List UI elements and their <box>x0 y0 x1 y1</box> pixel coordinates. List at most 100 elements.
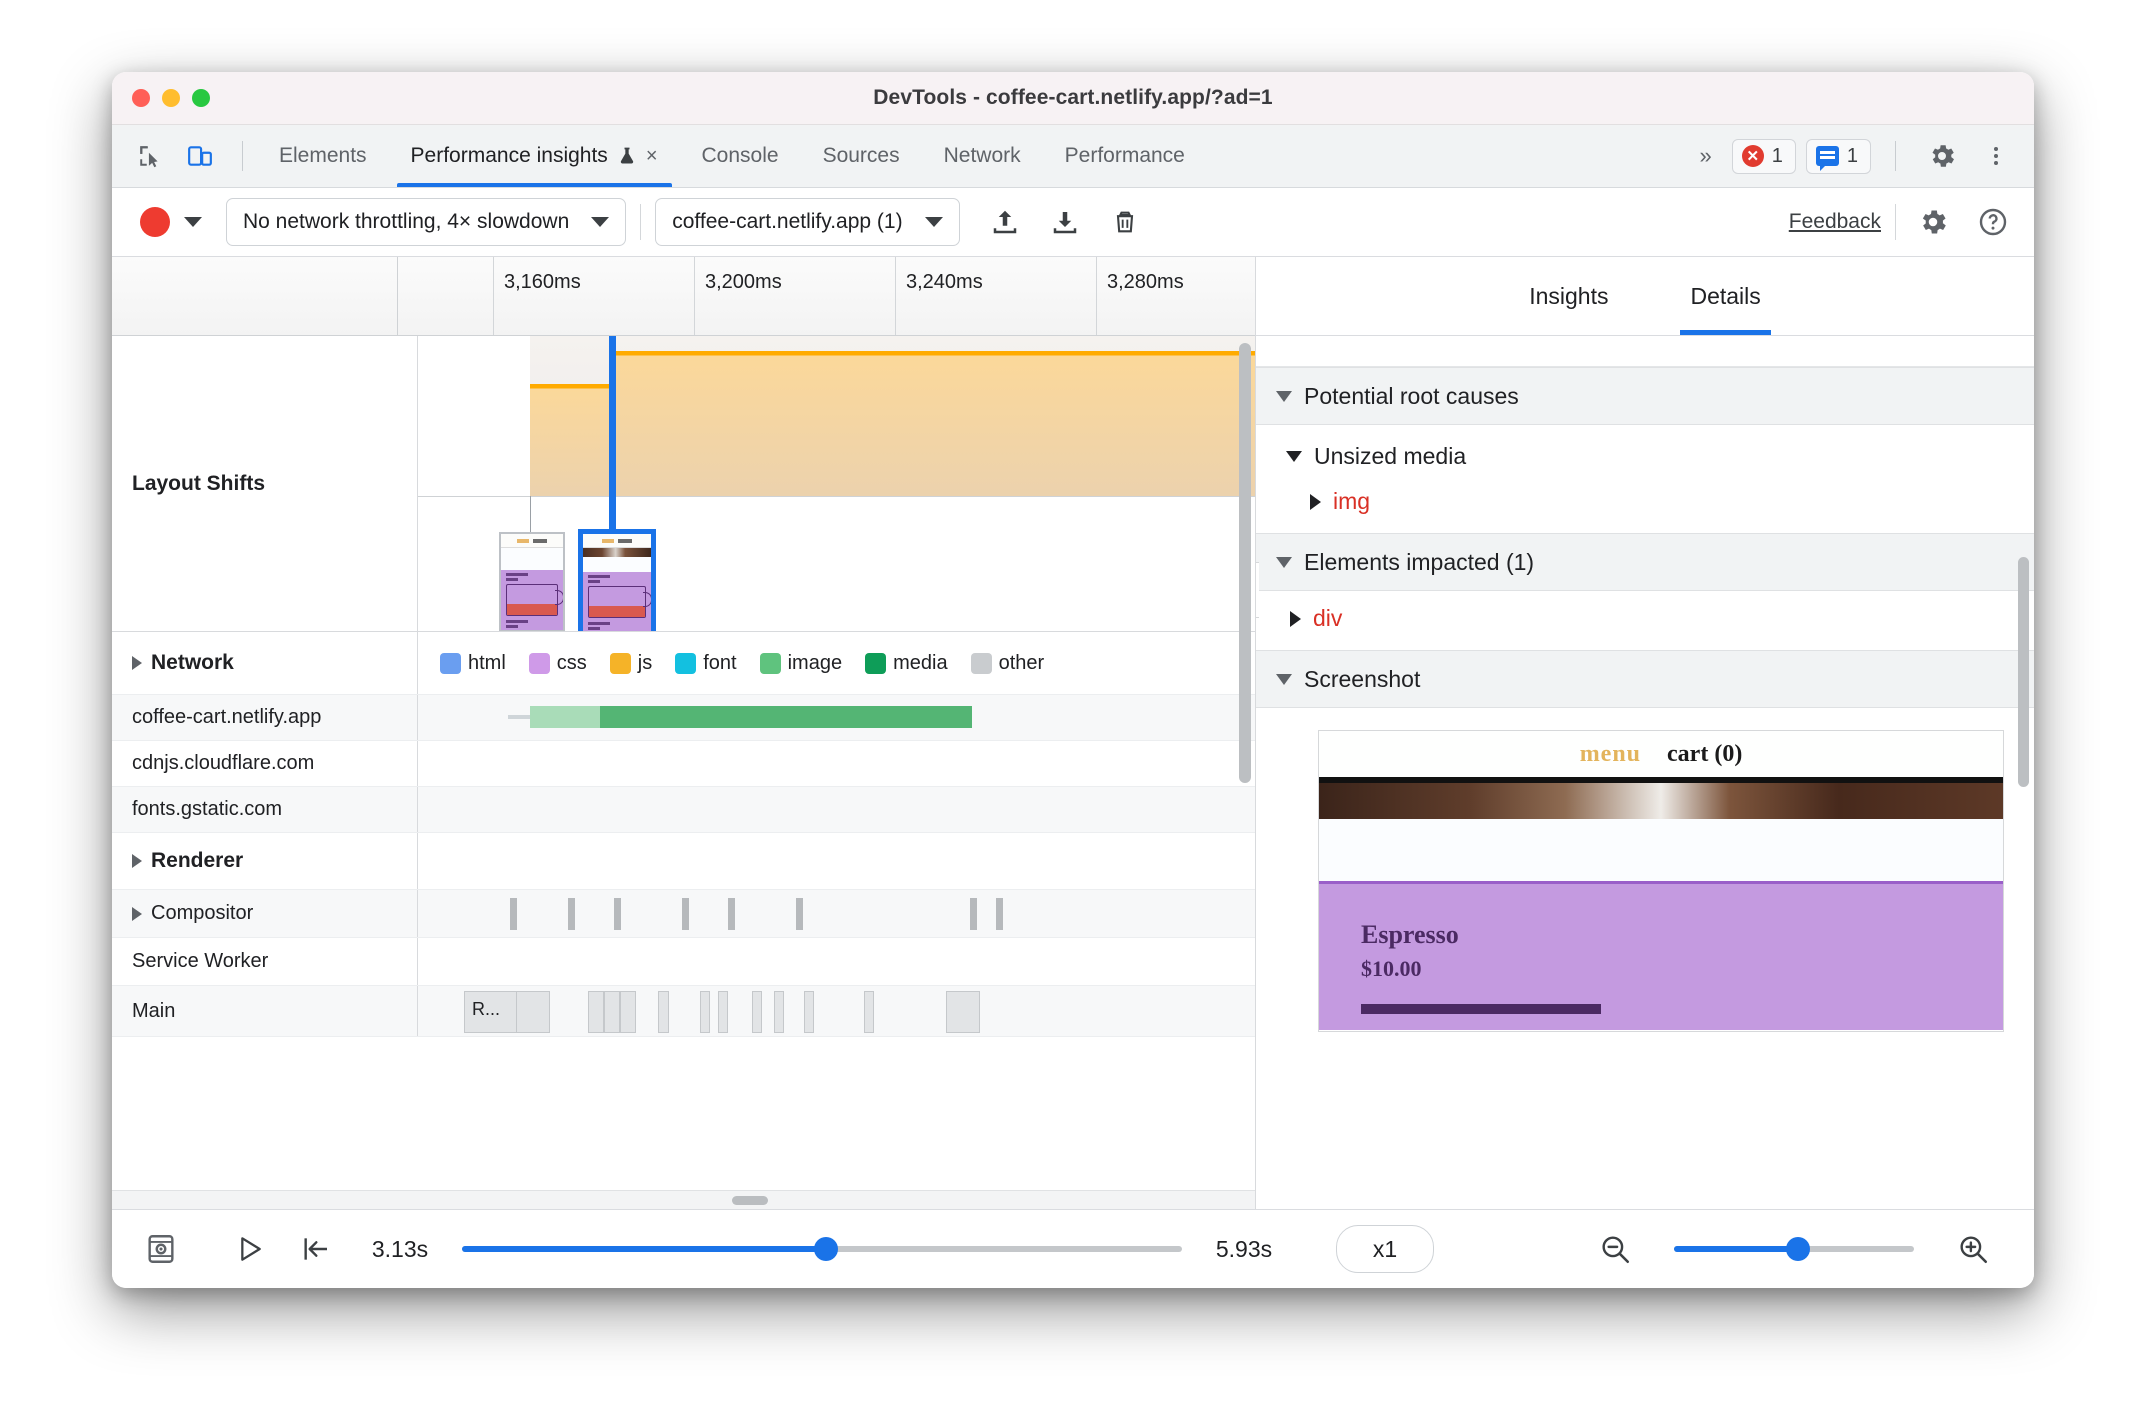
timeline-ruler[interactable]: 3,160ms 3,200ms 3,240ms 3,280ms <box>112 257 1255 336</box>
track-main[interactable]: Main R... <box>112 986 1255 1037</box>
track-label-network[interactable]: Network <box>112 632 418 694</box>
chevron-down-icon[interactable] <box>1276 390 1292 402</box>
collapse-sidebar-button[interactable]: › <box>1256 562 1259 618</box>
track-compositor[interactable]: Compositor <box>112 890 1255 938</box>
network-request-lane[interactable] <box>418 695 1255 740</box>
zoom-slider[interactable] <box>1674 1237 1914 1261</box>
chevron-down-icon[interactable] <box>1276 556 1292 568</box>
main-thread-task[interactable] <box>718 991 728 1033</box>
chevron-down-icon[interactable] <box>1286 451 1302 462</box>
maximize-window-button[interactable] <box>192 89 210 107</box>
section-potential-root-causes[interactable]: Potential root causes <box>1256 367 2034 425</box>
tab-performance-insights[interactable]: Performance insights × <box>389 125 680 187</box>
layout-shift-thumbnail-selected[interactable] <box>578 529 656 631</box>
track-layout-shifts[interactable]: Layout Shifts <box>112 336 1255 632</box>
expand-arrow-icon[interactable] <box>132 854 142 868</box>
expand-arrow-icon[interactable] <box>1290 610 1301 627</box>
layout-shift-thumbnail[interactable] <box>499 532 565 631</box>
impacted-node-div[interactable]: div <box>1256 591 2034 650</box>
tab-network[interactable]: Network <box>922 125 1043 187</box>
playback-slider[interactable] <box>462 1237 1182 1261</box>
error-count-badge[interactable]: ✕ 1 <box>1731 138 1796 174</box>
kebab-menu-icon[interactable] <box>1974 134 2018 178</box>
network-request-row[interactable]: fonts.gstatic.com <box>112 787 1255 833</box>
gear-icon[interactable] <box>1920 134 1964 178</box>
main-thread-task[interactable]: R... <box>464 991 518 1033</box>
details-vertical-scrollbar[interactable] <box>2018 557 2029 787</box>
tab-console[interactable]: Console <box>680 125 801 187</box>
download-icon[interactable] <box>1042 199 1088 245</box>
compositor-task[interactable] <box>796 898 803 930</box>
upload-icon[interactable] <box>982 199 1028 245</box>
chevron-down-icon[interactable] <box>184 217 202 227</box>
compositor-task[interactable] <box>614 898 621 930</box>
jump-to-start-icon[interactable] <box>292 1226 338 1272</box>
info-count-badge[interactable]: 1 <box>1805 138 1871 174</box>
compositor-task[interactable] <box>728 898 735 930</box>
scrollbar-thumb[interactable] <box>732 1196 768 1205</box>
compositor-task[interactable] <box>682 898 689 930</box>
main-thread-task[interactable] <box>604 991 620 1033</box>
section-screenshot[interactable]: Screenshot <box>1256 650 2034 708</box>
track-service-worker[interactable]: Service Worker <box>112 938 1255 986</box>
record-button[interactable] <box>140 207 170 237</box>
service-worker-lane[interactable] <box>418 938 1255 985</box>
expand-arrow-icon[interactable] <box>132 656 142 670</box>
compositor-task[interactable] <box>510 898 517 930</box>
play-button[interactable] <box>226 1226 272 1272</box>
slider-thumb[interactable] <box>1786 1237 1810 1261</box>
main-thread-task[interactable] <box>700 991 710 1033</box>
zoom-out-icon[interactable] <box>1592 1226 1638 1272</box>
track-network[interactable]: Network html css js font image media oth… <box>112 632 1255 695</box>
help-icon[interactable] <box>1970 199 2016 245</box>
close-icon[interactable]: × <box>646 145 658 168</box>
expand-arrow-icon[interactable] <box>1310 493 1321 510</box>
section-elements-impacted[interactable]: Elements impacted (1) <box>1256 533 2034 591</box>
track-label-compositor[interactable]: Compositor <box>112 890 418 937</box>
main-thread-task[interactable] <box>588 991 604 1033</box>
tab-details[interactable]: Details <box>1680 257 1772 335</box>
timeline-vertical-scrollbar[interactable] <box>1239 343 1251 783</box>
playback-speed-button[interactable]: x1 <box>1336 1225 1434 1273</box>
main-thread-lane[interactable]: R... <box>418 986 1255 1036</box>
compositor-task[interactable] <box>568 898 575 930</box>
main-thread-task[interactable] <box>804 991 814 1033</box>
page-select[interactable]: coffee-cart.netlify.app (1) <box>655 198 960 246</box>
feedback-link[interactable]: Feedback <box>1789 210 1881 234</box>
track-label-renderer[interactable]: Renderer <box>112 833 418 889</box>
inspect-cursor-icon[interactable] <box>128 134 172 178</box>
network-request-lane[interactable] <box>418 741 1255 786</box>
layout-shifts-lane[interactable] <box>418 336 1255 631</box>
main-thread-task[interactable] <box>658 991 669 1033</box>
main-thread-task[interactable] <box>774 991 784 1033</box>
tab-insights[interactable]: Insights <box>1519 257 1618 335</box>
slider-thumb[interactable] <box>814 1237 838 1261</box>
selected-shift-playhead[interactable] <box>609 336 616 534</box>
main-thread-task[interactable] <box>516 991 550 1033</box>
tab-sources[interactable]: Sources <box>801 125 922 187</box>
filmstrip-icon[interactable] <box>138 1226 184 1272</box>
network-request-row[interactable]: coffee-cart.netlify.app <box>112 695 1255 741</box>
tab-performance[interactable]: Performance <box>1043 125 1207 187</box>
close-window-button[interactable] <box>132 89 150 107</box>
root-cause-group-unsized-media[interactable]: Unsized media <box>1256 425 2034 474</box>
expand-arrow-icon[interactable] <box>132 906 142 921</box>
compositor-task[interactable] <box>970 898 977 930</box>
device-toolbar-icon[interactable] <box>178 134 222 178</box>
network-request-lane[interactable] <box>418 787 1255 832</box>
main-thread-task[interactable] <box>752 991 762 1033</box>
layout-shift-cluster[interactable] <box>612 336 1255 496</box>
chevron-down-icon[interactable] <box>1276 673 1292 685</box>
main-thread-task[interactable] <box>864 991 874 1033</box>
track-renderer[interactable]: Renderer <box>112 833 1255 890</box>
minimize-window-button[interactable] <box>162 89 180 107</box>
zoom-in-icon[interactable] <box>1950 1226 1996 1272</box>
main-thread-task[interactable] <box>620 991 636 1033</box>
compositor-lane[interactable] <box>418 890 1255 937</box>
tab-elements[interactable]: Elements <box>257 125 389 187</box>
compositor-task[interactable] <box>996 898 1003 930</box>
main-thread-task[interactable] <box>946 991 980 1033</box>
root-cause-node-img[interactable]: img <box>1256 474 2034 533</box>
network-request-row[interactable]: cdnjs.cloudflare.com <box>112 741 1255 787</box>
trash-icon[interactable] <box>1102 199 1148 245</box>
